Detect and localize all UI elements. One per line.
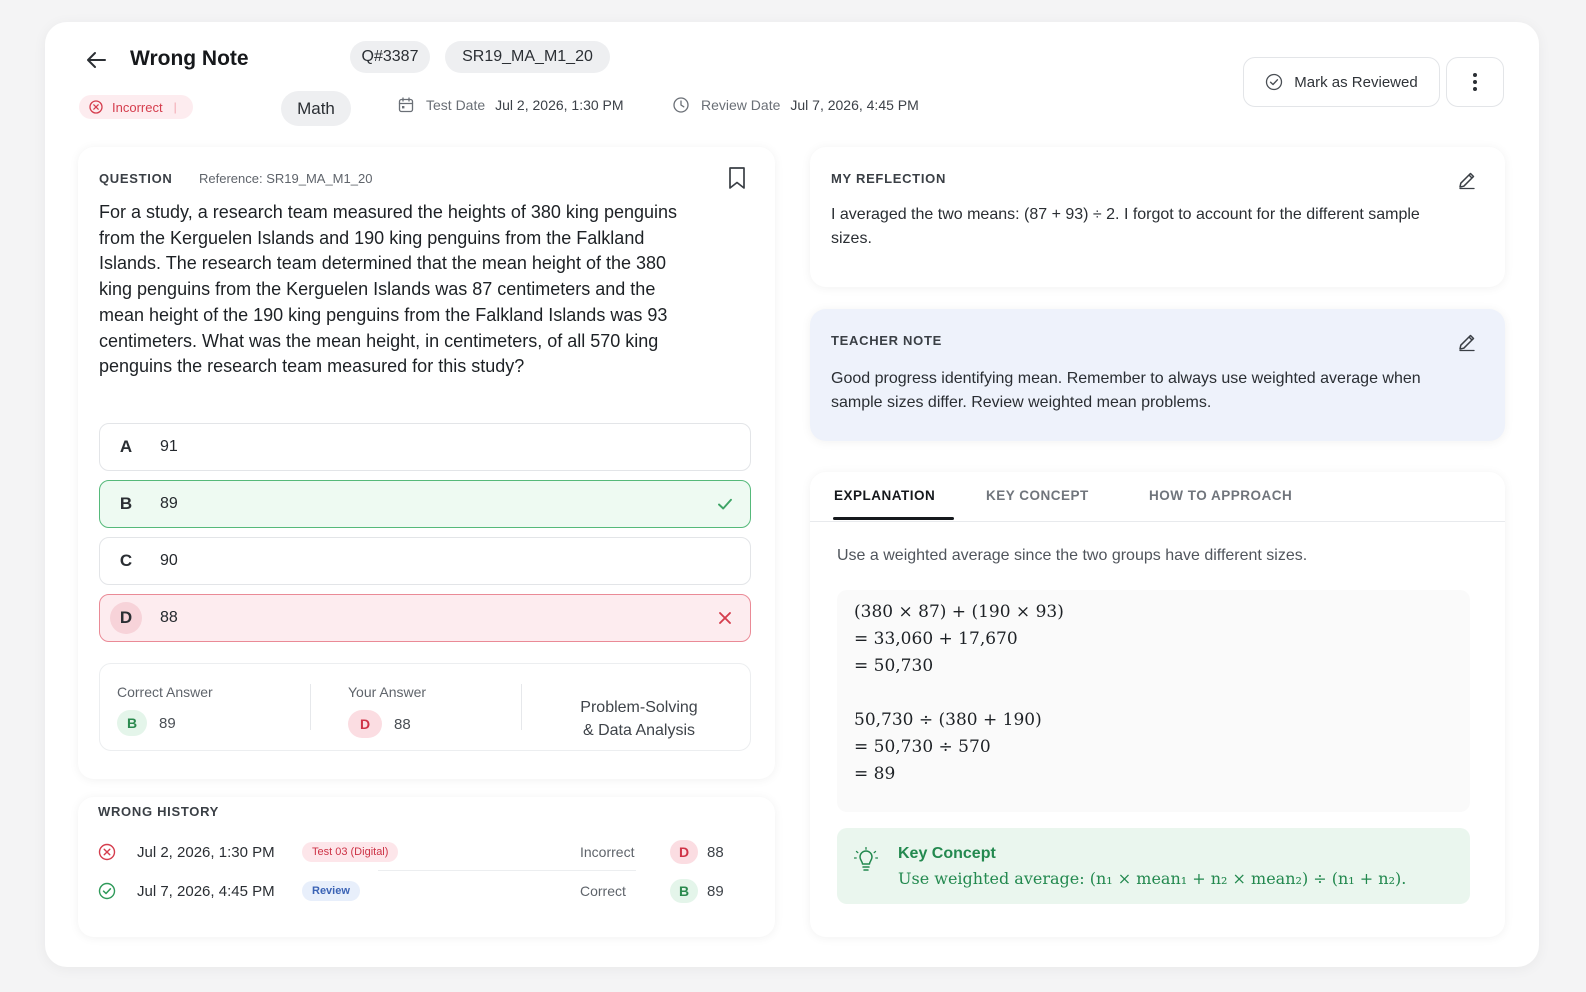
wrong-history-label: WRONG HISTORY (98, 804, 220, 819)
tab-how-to-approach[interactable]: HOW TO APPROACH (1149, 488, 1292, 503)
teacher-note-label: TEACHER NOTE (831, 333, 942, 348)
calendar-icon (398, 97, 414, 113)
option-b[interactable]: B 89 (99, 480, 751, 528)
test-date: Test Date Jul 2, 2026, 1:30 PM (398, 97, 624, 113)
option-letter: B (119, 494, 133, 513)
active-tab-indicator (833, 517, 954, 520)
review-date: Review Date Jul 7, 2026, 4:45 PM (673, 97, 919, 113)
option-a[interactable]: A 91 (99, 423, 751, 471)
option-value: 90 (160, 552, 178, 569)
review-date-label: Review Date (701, 97, 781, 113)
math-line: = 50,730 ÷ 570 (854, 737, 991, 757)
explanation-panel: EXPLANATION KEY CONCEPT HOW TO APPROACH … (810, 472, 1505, 937)
key-concept-callout: Key Concept Use weighted average: (n₁ × … (837, 828, 1470, 904)
your-answer: Your Answer D 88 (348, 684, 426, 738)
page-title: Wrong Note (130, 47, 249, 70)
status-text: Incorrect (112, 99, 163, 115)
math-line: = 33,060 + 17,670 (854, 629, 1018, 649)
domain-line-2: & Data Analysis (582, 722, 696, 739)
more-options-button[interactable] (1446, 57, 1504, 107)
teacher-note-panel: TEACHER NOTE Good progress identifying m… (810, 309, 1505, 441)
correct-answer-label: Correct Answer (117, 684, 213, 700)
explanation-tabs: EXPLANATION KEY CONCEPT HOW TO APPROACH (810, 472, 1505, 522)
key-concept-title: Key Concept (898, 845, 996, 862)
history-status: Correct (580, 883, 626, 899)
option-letter: C (119, 551, 133, 570)
question-panel: QUESTION Reference: SR19_MA_M1_20 For a … (78, 147, 775, 779)
tab-key-concept[interactable]: KEY CONCEPT (986, 488, 1089, 503)
lightbulb-icon (854, 847, 878, 871)
math-line: (380 × 87) + (190 × 93) (854, 602, 1064, 622)
check-icon (718, 498, 732, 510)
history-date: Jul 7, 2026, 4:45 PM (137, 882, 275, 900)
check-circle-icon (98, 882, 116, 900)
pencil-icon[interactable] (1457, 332, 1477, 352)
history-value: 88 (707, 843, 724, 861)
history-tag: Test 03 (Digital) (302, 842, 399, 862)
option-value: 89 (160, 495, 178, 512)
history-row: Jul 2, 2026, 1:30 PM Test 03 (Digital) I… (98, 837, 738, 867)
solution-steps: (380 × 87) + (190 × 93) = 33,060 + 17,67… (837, 590, 1470, 812)
check-circle-icon (1266, 73, 1283, 91)
history-row: Jul 7, 2026, 4:45 PM Review Correct B 89 (98, 876, 738, 906)
status-badge: Incorrect | (79, 95, 193, 119)
summary-divider (310, 684, 311, 730)
question-label: QUESTION (99, 171, 173, 186)
reflection-text: I averaged the two means: (87 + 93) ÷ 2.… (831, 206, 1420, 247)
correct-answer-letter: B (117, 710, 147, 736)
x-circle-icon (98, 843, 116, 861)
option-value: 91 (160, 438, 178, 455)
question-reference: Reference: SR19_MA_M1_20 (199, 171, 373, 186)
mark-reviewed-button[interactable]: Mark as Reviewed (1243, 57, 1440, 107)
test-date-value: Jul 2, 2026, 1:30 PM (495, 97, 624, 113)
your-answer-label: Your Answer (348, 684, 427, 700)
x-circle-icon (89, 100, 103, 114)
status-divider: | (173, 100, 177, 114)
correct-answer-value: 89 (159, 714, 176, 732)
history-letter: D (670, 840, 698, 864)
tab-explanation[interactable]: EXPLANATION (834, 488, 935, 503)
domain-line-1: Problem-Solving (580, 699, 698, 716)
correct-answer: Correct Answer B 89 (117, 684, 213, 736)
math-line: = 89 (854, 764, 896, 784)
history-letter: B (670, 879, 698, 903)
close-icon (719, 612, 731, 624)
question-code-chip: SR19_MA_M1_20 (445, 41, 610, 73)
history-value: 89 (707, 882, 724, 900)
math-line: 50,730 ÷ (380 + 190) (854, 710, 1042, 730)
your-answer-value: 88 (394, 715, 411, 733)
answer-summary: Correct Answer B 89 Your Answer D 88 Pro… (99, 663, 751, 751)
review-date-value: Jul 7, 2026, 4:45 PM (790, 97, 919, 113)
mark-reviewed-label: Mark as Reviewed (1294, 73, 1418, 91)
history-tag: Review (302, 881, 360, 901)
explanation-intro: Use a weighted average since the two gro… (837, 547, 1308, 564)
your-answer-letter: D (348, 710, 382, 738)
back-arrow-icon[interactable] (85, 50, 107, 70)
question-text: For a study, a research team measured th… (99, 202, 678, 377)
clock-icon (673, 97, 689, 113)
history-divider (378, 870, 636, 871)
option-d[interactable]: D 88 (99, 594, 751, 642)
reflection-panel: MY REFLECTION I averaged the two means: … (810, 147, 1505, 287)
option-letter: A (119, 437, 133, 456)
option-c[interactable]: C 90 (99, 537, 751, 585)
reflection-label: MY REFLECTION (831, 171, 947, 186)
question-domain: Problem-Solving & Data Analysis (554, 696, 724, 742)
subject-chip: Math (281, 91, 351, 126)
teacher-note-text: Good progress identifying mean. Remember… (831, 370, 1421, 411)
option-value: 88 (160, 609, 178, 626)
history-status: Incorrect (580, 844, 635, 860)
bookmark-icon[interactable] (727, 166, 747, 190)
key-concept-text: Use weighted average: (n₁ × mean₁ + n₂ ×… (898, 869, 1407, 888)
question-id-chip: Q#3387 (350, 41, 430, 73)
pencil-icon[interactable] (1457, 170, 1477, 190)
more-vertical-icon (1473, 73, 1477, 91)
test-date-label: Test Date (426, 97, 486, 113)
history-date: Jul 2, 2026, 1:30 PM (137, 843, 275, 861)
option-letter: D (110, 602, 142, 634)
summary-divider (521, 684, 522, 730)
wrong-history-panel: WRONG HISTORY Jul 2, 2026, 1:30 PM Test … (78, 797, 775, 937)
math-line: = 50,730 (854, 656, 934, 676)
